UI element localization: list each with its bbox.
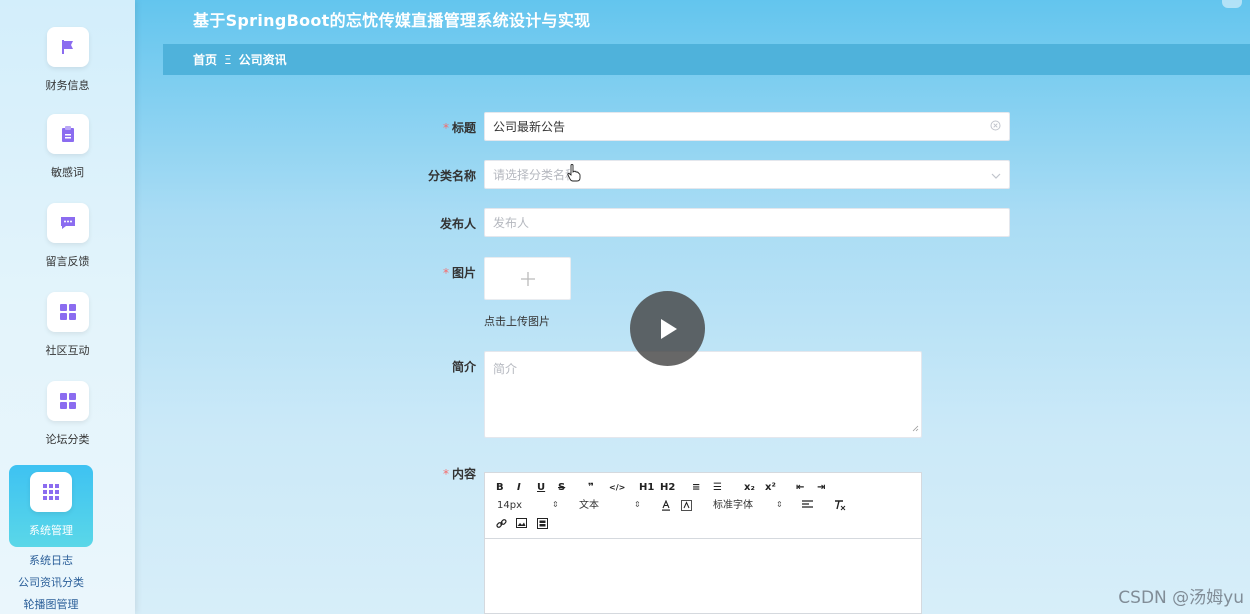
header-type-select[interactable]: 文本 <box>579 500 599 512</box>
watermark: CSDN @汤姆yu <box>1118 588 1244 608</box>
sidebar-item-label: 社区互动 <box>45 344 90 357</box>
sidebar-item-forum-category[interactable]: 论坛分类 <box>0 381 135 461</box>
editor-toolbar: B I U S ❞ </> H1 H2 ≡ ☰ x₂ x² ⇤ ⇥ 14px ⇕… <box>485 473 921 539</box>
rich-text-editor[interactable]: B I U S ❞ </> H1 H2 ≡ ☰ x₂ x² ⇤ ⇥ 14px ⇕… <box>484 472 922 614</box>
hand-cursor-icon <box>567 164 581 186</box>
strike-button[interactable]: S <box>558 482 565 494</box>
sidebar-subitem-news-category[interactable]: 公司资讯分类 <box>0 574 102 590</box>
bold-button[interactable]: B <box>496 482 504 494</box>
align-button[interactable] <box>802 500 813 514</box>
app-title: 基于SpringBoot的忘忧传媒直播管理系统设计与实现 <box>193 11 591 30</box>
content-label: * 内容 <box>442 467 476 481</box>
sidebar-item-system[interactable]: 系统管理 <box>0 465 102 552</box>
video-button[interactable] <box>537 518 548 533</box>
play-icon <box>660 318 677 339</box>
indent-button[interactable]: ⇥ <box>817 482 825 494</box>
subscript-button[interactable]: x₂ <box>744 482 755 494</box>
title-input[interactable]: 公司最新公告 <box>484 112 1010 141</box>
play-button[interactable] <box>630 291 705 366</box>
grid-icon <box>46 292 89 332</box>
chat-bubble-icon <box>46 203 89 243</box>
sidebar-item-label: 系统管理 <box>29 524 73 537</box>
sidebar-item-label: 留言反馈 <box>45 255 90 268</box>
editor-body[interactable] <box>485 539 921 614</box>
link-button[interactable] <box>496 518 507 533</box>
sort-arrows-icon: ⇕ <box>634 500 641 509</box>
window-handle <box>1222 0 1242 8</box>
font-family-select[interactable]: 标准字体 <box>713 500 753 512</box>
flag-icon <box>46 27 89 67</box>
sidebar: 财务信息 敏感词 留言反馈 社区互动 论坛分类 系统管理 系统日志 公司资讯分类… <box>0 0 135 614</box>
outdent-button[interactable]: ⇤ <box>796 482 804 494</box>
publisher-label: 发布人 <box>439 217 476 231</box>
clipboard-icon <box>46 114 89 154</box>
grid-icon <box>30 472 72 512</box>
underline-button[interactable]: U <box>537 482 545 494</box>
sidebar-subitem-carousel[interactable]: 轮播图管理 <box>0 596 102 612</box>
required-mark: * <box>442 266 449 280</box>
plus-icon <box>520 271 535 286</box>
bullet-list-button[interactable]: ☰ <box>713 482 722 494</box>
sort-arrows-icon: ⇕ <box>776 500 783 509</box>
sort-arrows-icon: ⇕ <box>552 500 559 509</box>
clear-format-button[interactable] <box>834 500 846 515</box>
sidebar-item-label: 敏感词 <box>51 166 84 179</box>
summary-label: 简介 <box>451 360 476 374</box>
superscript-button[interactable]: x² <box>765 482 776 494</box>
publisher-input[interactable]: 发布人 <box>484 208 1010 237</box>
breadcrumb-current: 公司资讯 <box>238 53 287 67</box>
sidebar-item-feedback[interactable]: 留言反馈 <box>0 203 135 283</box>
clear-icon[interactable] <box>990 120 1001 134</box>
h2-button[interactable]: H2 <box>660 482 675 494</box>
font-color-button[interactable] <box>661 499 671 515</box>
image-label: * 图片 <box>442 266 476 280</box>
resize-handle-icon[interactable] <box>912 421 919 435</box>
upload-hint: 点击上传图片 <box>484 315 550 328</box>
italic-button[interactable]: I <box>517 482 521 494</box>
summary-textarea[interactable]: 简介 <box>484 351 922 438</box>
image-button[interactable] <box>516 518 527 532</box>
breadcrumb: 首页 Ξ 公司资讯 <box>163 44 1250 75</box>
background-color-button[interactable] <box>681 500 692 515</box>
chevron-down-icon <box>991 168 1001 182</box>
breadcrumb-home[interactable]: 首页 <box>193 51 217 68</box>
sidebar-item-community[interactable]: 社区互动 <box>0 292 135 372</box>
sidebar-item-label: 财务信息 <box>45 79 90 92</box>
sidebar-item-label: 论坛分类 <box>45 433 90 446</box>
required-mark: * <box>442 467 449 481</box>
required-mark: * <box>442 121 449 135</box>
image-upload-button[interactable] <box>484 257 571 300</box>
sidebar-item-sensitive-words[interactable]: 敏感词 <box>0 114 135 194</box>
blockquote-button[interactable]: ❞ <box>588 482 594 494</box>
font-size-select[interactable]: 14px <box>497 500 522 512</box>
sidebar-subitem-system-log[interactable]: 系统日志 <box>0 552 102 568</box>
category-select[interactable]: 请选择分类名称 <box>484 160 1010 189</box>
ordered-list-button[interactable]: ≡ <box>692 482 700 494</box>
code-button[interactable]: </> <box>609 482 625 494</box>
breadcrumb-separator: Ξ <box>224 52 232 67</box>
h1-button[interactable]: H1 <box>639 482 654 494</box>
title-label: * 标题 <box>442 121 476 135</box>
category-label: 分类名称 <box>427 169 476 183</box>
grid-icon <box>46 381 89 421</box>
sidebar-item-finance[interactable]: 财务信息 <box>0 27 135 107</box>
